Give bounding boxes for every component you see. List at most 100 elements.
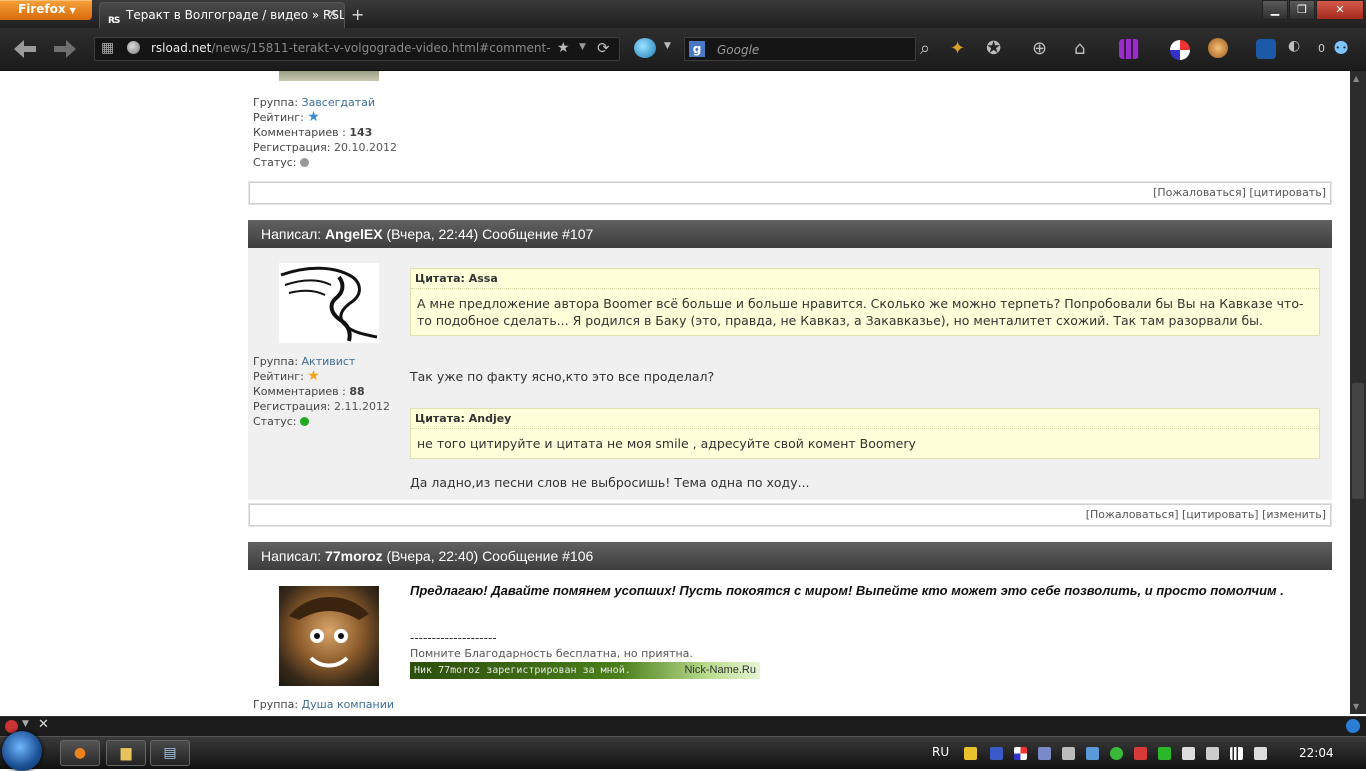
close-tab-icon[interactable]: × <box>327 3 338 27</box>
complain-link[interactable]: [Пожаловаться] <box>1153 186 1246 199</box>
search-input[interactable] <box>715 40 909 60</box>
firefox-menu-button[interactable]: Firefox ▼ <box>0 0 92 20</box>
people-addon-icon[interactable]: ⚉ <box>1333 38 1349 59</box>
url-path: /news/15811-terakt-v-volgograde-video.ht… <box>211 41 551 55</box>
title-bar: Firefox ▼ RS Теракт в Волгограде / видео … <box>0 0 1366 28</box>
taskbar-clock[interactable]: 22:04 <box>1299 746 1334 760</box>
scroll-down-icon[interactable]: ▼ <box>1353 702 1359 711</box>
addon-fish-icon[interactable] <box>634 38 656 58</box>
status-online-icon <box>300 417 310 426</box>
tray-network-app-icon[interactable] <box>1086 747 1099 760</box>
reload-icon[interactable]: ⟳ <box>597 39 610 57</box>
addon-eye-icon[interactable]: ◐ <box>1288 38 1300 54</box>
post-text-1: Так уже по факту ясно,кто это все продел… <box>410 369 715 384</box>
post-author[interactable]: AngelEX <box>325 226 383 242</box>
tray-signal-icon[interactable] <box>1230 747 1243 760</box>
search-bar: g <box>684 37 916 61</box>
header-prefix: Написал: <box>261 226 322 242</box>
skype-icon[interactable] <box>1346 719 1360 733</box>
adblock-shield-icon[interactable] <box>1170 40 1190 60</box>
quote-block-assa: Цитата: Assa А мне предложение автора Bo… <box>410 268 1320 336</box>
bookmark-star-icon[interactable]: ★ <box>557 40 570 56</box>
registration-date: 20.10.2012 <box>333 141 397 154</box>
url-text[interactable]: rsload.net/news/15811-terakt-v-volgograd… <box>151 41 551 57</box>
tray-app-icon[interactable] <box>1038 747 1051 760</box>
registration-label: Регистрация: <box>253 400 331 413</box>
messenger-addon-icon[interactable] <box>1256 39 1276 59</box>
signature-text: Помните Благодарность бесплатна, но прия… <box>410 647 693 660</box>
scroll-up-icon[interactable]: ▲ <box>1353 74 1359 83</box>
tray-security-icon[interactable] <box>964 747 977 760</box>
group-label: Группа: <box>253 96 299 109</box>
browser-tab-active[interactable]: RS Теракт в Волгограде / видео » RSL... … <box>99 2 345 28</box>
nickname-banner[interactable]: Ник 77moroz зарегистрирован за мной. Nic… <box>410 662 760 679</box>
tray-shield-icon[interactable] <box>990 747 1003 760</box>
user-info-angelex: Группа: Активист Рейтинг: ★ Комментариев… <box>253 354 390 429</box>
apps-grid-icon[interactable] <box>1119 39 1139 59</box>
header-prefix: Написал: <box>261 548 322 564</box>
edit-link[interactable]: [изменить] <box>1262 508 1326 521</box>
quote-block-andjey: Цитата: Andjey не того цитируйте и цитат… <box>410 408 1320 459</box>
post-text-2: Да ладно,из песни слов не выбросишь! Тем… <box>410 475 810 490</box>
tray-adblock-icon[interactable] <box>1014 747 1027 760</box>
avatar-angelex <box>279 263 379 343</box>
taskbar-explorer[interactable]: ▆ <box>106 740 146 766</box>
language-indicator[interactable]: RU <box>932 745 949 759</box>
back-button[interactable] <box>8 34 42 64</box>
post-text: Предлагаю! Давайте помянем усопших! Пуст… <box>410 583 1284 598</box>
quote-link[interactable]: [цитировать] <box>1249 186 1326 199</box>
chevron-down-icon: ▼ <box>69 6 76 15</box>
new-tab-button[interactable]: + <box>351 5 364 24</box>
group-link[interactable]: Завсегдатай <box>302 96 376 109</box>
quote-title: Цитата: Andjey <box>411 409 1319 429</box>
maximize-button[interactable]: ❐ <box>1289 0 1315 20</box>
user-group: Группа: Активист <box>253 354 390 369</box>
url-history-dropdown-icon[interactable]: ▼ <box>579 42 586 52</box>
start-button[interactable] <box>2 731 42 771</box>
post-author[interactable]: 77moroz <box>325 548 383 564</box>
quote-link[interactable]: [цитировать] <box>1182 508 1259 521</box>
vertical-scrollbar[interactable]: ▲ ▼ <box>1350 71 1366 714</box>
group-link[interactable]: Душа компании <box>302 698 395 711</box>
search-icon[interactable]: ⌕ <box>920 38 930 59</box>
tray-green-app-icon[interactable] <box>1158 747 1171 760</box>
site-identity-icon[interactable] <box>127 41 140 54</box>
complain-link[interactable]: [Пожаловаться] <box>1086 508 1179 521</box>
taskbar-notepad[interactable]: ▤ <box>150 740 190 766</box>
nickname-banner-brand: Nick-Name.Ru <box>684 664 756 676</box>
comments-label: Комментариев : <box>253 126 346 139</box>
monkey-addon-icon[interactable] <box>1208 38 1228 58</box>
bookmark-manager-icon[interactable]: ✪ <box>986 38 1001 59</box>
tray-power-icon[interactable] <box>1206 747 1219 760</box>
user-registration: Регистрация: 2.11.2012 <box>253 399 390 414</box>
addon-dropdown-icon[interactable]: ▼ <box>664 41 671 51</box>
user-rating: Рейтинг: ★ <box>253 369 390 384</box>
group-link[interactable]: Активист <box>302 355 356 368</box>
tray-icq-icon[interactable] <box>1110 747 1123 760</box>
tray-flag-icon[interactable] <box>1182 747 1195 760</box>
avatar-partial <box>279 71 379 81</box>
folder-icon: ▆ <box>120 745 132 761</box>
registration-label: Регистрация: <box>253 141 331 154</box>
addon-badge-icon[interactable]: ✦ <box>950 38 965 59</box>
home-icon[interactable]: ⌂ <box>1074 38 1085 59</box>
close-window-button[interactable]: ✕ <box>1316 0 1364 20</box>
quote-body: А мне предложение автора Boomer всё боль… <box>417 296 1304 328</box>
bookmarks-icon[interactable]: ▦ <box>101 40 114 56</box>
tray-ccleaner-icon[interactable] <box>1134 747 1147 760</box>
navigation-toolbar: ▦ rsload.net/news/15811-terakt-v-volgogr… <box>0 28 1366 71</box>
adblock-dropdown-icon[interactable]: ▼ <box>22 719 29 729</box>
minimize-button[interactable]: ▁ <box>1262 0 1288 20</box>
url-bar[interactable]: ▦ rsload.net/news/15811-terakt-v-volgogr… <box>94 37 620 61</box>
tray-usb-icon[interactable] <box>1062 747 1075 760</box>
windows-taskbar: ● ▆ ▤ RU 22:04 <box>0 731 1366 771</box>
tray-volume-icon[interactable] <box>1254 747 1267 760</box>
downloads-icon[interactable]: ⊕ <box>1032 38 1047 59</box>
google-search-engine-icon[interactable]: g <box>689 41 705 57</box>
close-addon-bar-icon[interactable]: ✕ <box>38 717 49 732</box>
user-info-77moroz: Группа: Душа компании <box>253 697 394 712</box>
rating-label: Рейтинг: <box>253 370 304 383</box>
taskbar-firefox[interactable]: ● <box>60 740 100 766</box>
forward-button[interactable] <box>48 34 82 64</box>
scroll-thumb[interactable] <box>1352 383 1364 499</box>
